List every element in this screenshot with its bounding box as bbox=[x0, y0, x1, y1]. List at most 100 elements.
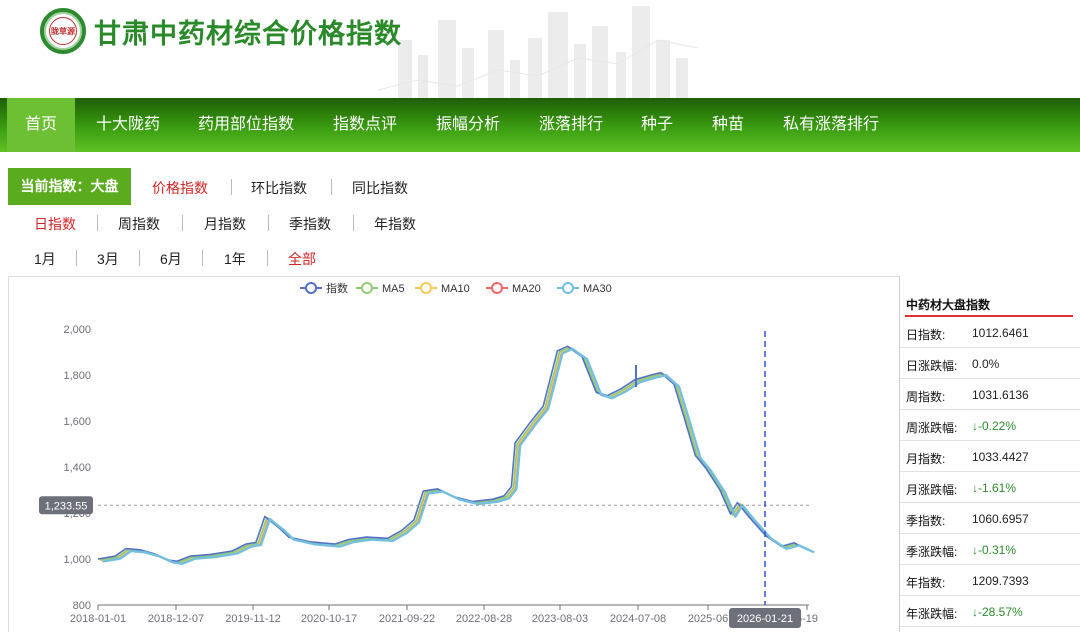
summary-row: 日涨跌幅: 0.0% bbox=[900, 348, 1080, 379]
tab-monthly-index[interactable]: 月指数 bbox=[204, 214, 246, 234]
divider bbox=[202, 250, 203, 266]
divider bbox=[268, 215, 269, 231]
summary-row: 季指数: 1060.6957 bbox=[900, 503, 1080, 534]
tab-price-index[interactable]: 价格指数 bbox=[152, 178, 208, 198]
x-tick-label: 2024-07-08 bbox=[610, 613, 666, 625]
summary-row: 月指数: 1033.4427 bbox=[900, 441, 1080, 472]
summary-value: ↓-0.31% bbox=[972, 543, 1017, 557]
crosshair-x-label: 2026-01-21 bbox=[737, 613, 793, 625]
summary-value: 1209.7393 bbox=[972, 574, 1029, 588]
divider bbox=[231, 179, 232, 195]
divider bbox=[267, 250, 268, 266]
y-tick-label: 1,600 bbox=[63, 416, 91, 428]
summary-key: 季涨跌幅: bbox=[906, 545, 958, 559]
range-1-year[interactable]: 1年 bbox=[224, 249, 246, 269]
summary-value: 1012.6461 bbox=[972, 326, 1029, 340]
series-line bbox=[100, 347, 813, 564]
x-tick-label: 2018-12-07 bbox=[148, 613, 204, 625]
legend-marker bbox=[305, 282, 317, 294]
summary-value: 1031.6136 bbox=[972, 388, 1029, 402]
y-tick-label: 2,000 bbox=[63, 324, 91, 336]
x-tick-label: 2019-11-12 bbox=[225, 613, 280, 625]
range-all[interactable]: 全部 bbox=[288, 249, 316, 269]
nav-item-comment[interactable]: 指数点评 bbox=[333, 98, 397, 152]
divider bbox=[331, 179, 332, 195]
nav-item-seedling[interactable]: 种苗 bbox=[712, 98, 744, 152]
y-tick-label: 800 bbox=[73, 600, 91, 612]
divider bbox=[76, 250, 77, 266]
tab-mom-index[interactable]: 环比指数 bbox=[251, 178, 307, 198]
legend-marker bbox=[562, 282, 574, 294]
summary-key: 年涨跌幅: bbox=[906, 607, 958, 621]
chart-panel: 8001,0001,2001,4001,6001,8002,0002018-01… bbox=[8, 276, 900, 632]
summary-row: 日指数: 1012.6461 bbox=[900, 317, 1080, 348]
legend-label: MA20 bbox=[512, 283, 541, 295]
summary-row: 季涨跌幅: ↓-0.31% bbox=[900, 534, 1080, 565]
summary-key: 周指数: bbox=[906, 390, 946, 404]
summary-value: ↓-1.61% bbox=[972, 481, 1017, 495]
nav-item-seed[interactable]: 种子 bbox=[641, 98, 673, 152]
summary-row: 周指数: 1031.6136 bbox=[900, 379, 1080, 410]
nav-item-amplitude[interactable]: 振幅分析 bbox=[436, 98, 500, 152]
y-tick-label: 1,800 bbox=[63, 370, 91, 382]
site-title: 甘肃中药材综合价格指数 bbox=[94, 19, 402, 50]
x-tick-label: 2025-06 bbox=[688, 613, 728, 625]
tab-weekly-index[interactable]: 周指数 bbox=[118, 214, 160, 234]
range-3-months[interactable]: 3月 bbox=[97, 249, 119, 269]
x-tick-label: 2022-08-28 bbox=[456, 613, 512, 625]
summary-value: 1060.6957 bbox=[972, 512, 1029, 526]
index-chart[interactable]: 8001,0001,2001,4001,6001,8002,0002018-01… bbox=[9, 277, 899, 633]
x-tick-label: 2018-01-01 bbox=[70, 613, 126, 625]
summary-row: 年指数: 1209.7393 bbox=[900, 565, 1080, 596]
divider bbox=[182, 215, 183, 231]
tab-yearly-index[interactable]: 年指数 bbox=[374, 214, 416, 234]
legend-label: 指数 bbox=[326, 281, 348, 295]
current-index-label: 当前指数：大盘 bbox=[8, 168, 131, 205]
series-line bbox=[97, 345, 810, 563]
summary-key: 季指数: bbox=[906, 514, 946, 528]
site-header: 陇草源 甘肃中药材综合价格指数 bbox=[0, 0, 1080, 98]
y-tick-label: 1,000 bbox=[63, 554, 91, 566]
tab-quarterly-index[interactable]: 季指数 bbox=[289, 214, 331, 234]
index-summary-panel: 中药材大盘指数 日指数: 1012.6461 日涨跌幅: 0.0% 周指数: 1031.6… bbox=[899, 276, 1080, 632]
tab-daily-index[interactable]: 日指数 bbox=[34, 214, 76, 234]
x-tick-label: 2020-10-17 bbox=[301, 613, 357, 625]
series-line bbox=[101, 347, 814, 565]
summary-value: ↓-0.22% bbox=[972, 419, 1017, 433]
nav-item-rank[interactable]: 涨落排行 bbox=[539, 98, 603, 152]
summary-key: 月涨跌幅: bbox=[906, 483, 958, 497]
divider bbox=[97, 215, 98, 231]
summary-row: 年涨跌幅: ↓-28.57% bbox=[900, 596, 1080, 627]
legend-marker bbox=[491, 282, 503, 294]
summary-key: 年指数: bbox=[906, 576, 946, 590]
x-tick-label: 2023-08-03 bbox=[532, 613, 588, 625]
legend-label: MA5 bbox=[382, 283, 405, 295]
tab-yoy-index[interactable]: 同比指数 bbox=[352, 178, 408, 198]
nav-item-top-ten[interactable]: 十大陇药 bbox=[96, 98, 160, 152]
legend-marker bbox=[361, 282, 373, 294]
nav-item-private-rank[interactable]: 私有涨落排行 bbox=[783, 98, 879, 152]
nav-item-home[interactable]: 首页 bbox=[7, 98, 76, 152]
range-1-month[interactable]: 1月 bbox=[34, 249, 56, 269]
y-tick-label: 1,400 bbox=[63, 462, 91, 474]
series-line bbox=[102, 347, 815, 565]
legend-marker bbox=[420, 282, 432, 294]
nav-item-part-index[interactable]: 药用部位指数 bbox=[198, 98, 294, 152]
x-tick-label: 2021-09-22 bbox=[379, 613, 435, 625]
summary-value: 0.0% bbox=[972, 357, 1000, 371]
summary-title: 中药材大盘指数 bbox=[906, 298, 991, 312]
summary-row: 月涨跌幅: ↓-1.61% bbox=[900, 472, 1080, 503]
summary-value: 1033.4427 bbox=[972, 450, 1029, 464]
logo[interactable]: 陇草源 bbox=[40, 8, 86, 54]
crosshair-y-label: 1,233.55 bbox=[45, 500, 88, 512]
legend-label: MA10 bbox=[441, 283, 470, 295]
main-nav: 首页 十大陇药 药用部位指数 指数点评 振幅分析 涨落排行 种子 种苗 私有涨落… bbox=[0, 98, 1080, 152]
summary-key: 日指数: bbox=[906, 328, 946, 342]
series-line bbox=[99, 346, 812, 564]
skyline-decoration bbox=[378, 6, 698, 98]
range-6-months[interactable]: 6月 bbox=[160, 249, 182, 269]
summary-key: 周涨跌幅: bbox=[906, 421, 958, 435]
summary-value: ↓-28.57% bbox=[972, 605, 1023, 619]
divider bbox=[139, 250, 140, 266]
summary-row: 周涨跌幅: ↓-0.22% bbox=[900, 410, 1080, 441]
